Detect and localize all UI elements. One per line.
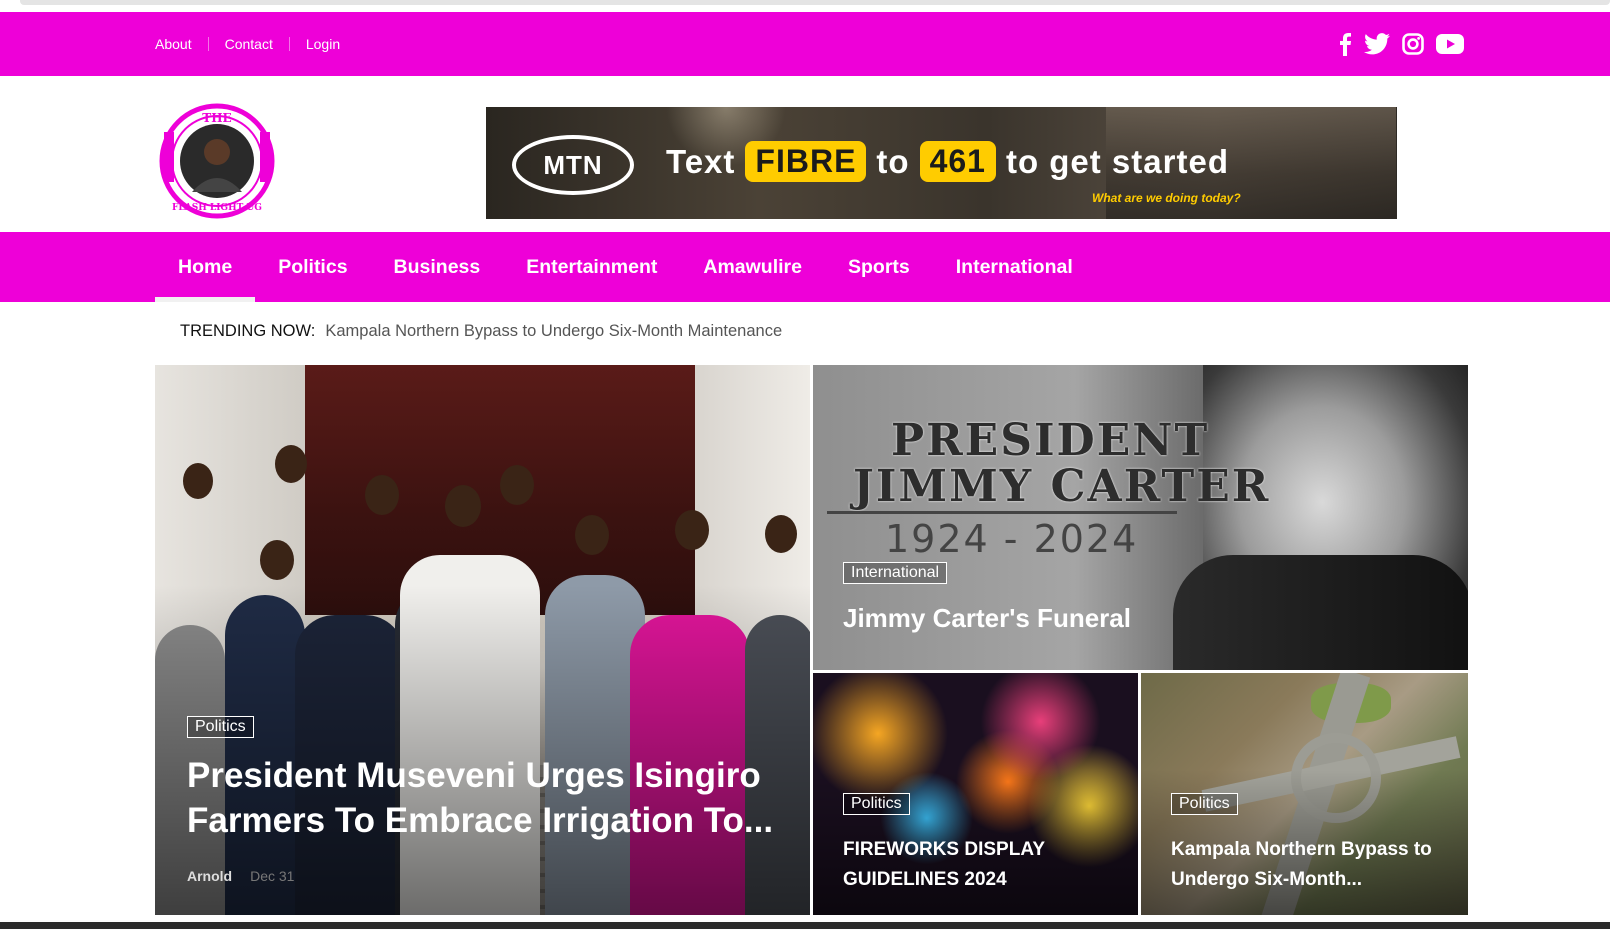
logo-text: THE <box>202 111 231 125</box>
image-head <box>260 540 294 580</box>
nav-amawulire[interactable]: Amawulire <box>680 232 825 302</box>
mtn-ad-banner[interactable]: MTN Text FIBRE to 461 to get started Wha… <box>486 107 1397 219</box>
social-links <box>1338 12 1464 76</box>
image-head <box>675 510 709 550</box>
category-badge[interactable]: Politics <box>843 793 910 815</box>
login-link[interactable]: Login <box>306 36 340 52</box>
about-link[interactable]: About <box>155 36 192 52</box>
trending-ticker: TRENDING NOW: Kampala Northern Bypass to… <box>180 322 782 341</box>
top-links: About Contact Login <box>155 12 340 76</box>
category-badge[interactable]: Politics <box>1171 793 1238 815</box>
nav-entertainment[interactable]: Entertainment <box>503 232 680 302</box>
link-divider <box>207 37 209 51</box>
main-navigation: Home Politics Business Entertainment Ama… <box>0 232 1610 302</box>
svg-text:FLASH LIGHT UG: FLASH LIGHT UG <box>172 203 262 213</box>
browser-top-strip <box>0 0 1610 12</box>
featured-card-fireworks[interactable]: Politics FIREWORKS DISPLAY GUIDELINES 20… <box>813 673 1138 915</box>
trending-label: TRENDING NOW: <box>180 322 316 340</box>
nav-home[interactable]: Home <box>155 232 256 302</box>
article-author[interactable]: Arnold <box>187 868 232 884</box>
image-head <box>445 485 481 527</box>
site-header: THE FLASH LIGHT UG MTN Text FIBRE to 461… <box>0 76 1610 232</box>
nav-international[interactable]: International <box>933 232 1096 302</box>
nav-business[interactable]: Business <box>371 232 504 302</box>
image-divider <box>827 511 1177 514</box>
banner-text-3: to get started <box>1005 142 1229 180</box>
banner-headline: Text FIBRE to 461 to get started <box>666 141 1229 182</box>
image-head <box>765 515 797 553</box>
banner-pill-fibre: FIBRE <box>745 141 867 182</box>
instagram-icon[interactable] <box>1402 33 1424 55</box>
featured-card-top-right[interactable]: PRESIDENT JIMMY CARTER 1924 - 2024 Inter… <box>813 365 1468 670</box>
image-text-line1: PRESIDENT <box>891 415 1210 466</box>
article-title[interactable]: Jimmy Carter's Funeral <box>843 603 1131 634</box>
facebook-icon[interactable] <box>1338 32 1352 56</box>
article-meta: Arnold Dec 31 <box>187 868 294 884</box>
image-text-line2: JIMMY CARTER <box>853 461 1271 512</box>
article-date: Dec 31 <box>250 868 295 884</box>
article-title[interactable]: FIREWORKS DISPLAY GUIDELINES 2024 <box>843 835 1113 895</box>
site-logo[interactable]: THE FLASH LIGHT UG <box>158 102 276 220</box>
image-gradient-overlay <box>155 585 810 915</box>
category-badge[interactable]: International <box>843 562 948 584</box>
image-years: 1924 - 2024 <box>885 517 1139 561</box>
top-utility-bar: About Contact Login <box>0 12 1610 76</box>
link-divider <box>288 37 290 51</box>
article-title[interactable]: President Museveni Urges Isingiro Farmer… <box>187 753 787 843</box>
image-head <box>500 465 534 505</box>
featured-card-main[interactable]: Politics President Museveni Urges Isingi… <box>155 365 810 915</box>
banner-tagline: What are we doing today? <box>1092 191 1241 205</box>
featured-card-bypass[interactable]: Politics Kampala Northern Bypass to Unde… <box>1141 673 1468 915</box>
nav-politics[interactable]: Politics <box>255 232 370 302</box>
bottom-edge-bar <box>0 922 1610 929</box>
image-suit <box>1173 555 1468 670</box>
article-title[interactable]: Kampala Northern Bypass to Undergo Six-M… <box>1171 835 1451 895</box>
mtn-logo: MTN <box>512 135 634 195</box>
category-badge[interactable]: Politics <box>187 716 254 738</box>
youtube-icon[interactable] <box>1436 33 1464 55</box>
banner-text-1: Text <box>666 142 736 180</box>
browser-scrollbar[interactable] <box>20 0 1610 5</box>
banner-pill-number: 461 <box>919 141 996 182</box>
trending-headline-link[interactable]: Kampala Northern Bypass to Undergo Six-M… <box>325 322 782 341</box>
nav-sports[interactable]: Sports <box>825 232 933 302</box>
contact-link[interactable]: Contact <box>225 36 273 52</box>
image-head <box>183 463 213 499</box>
image-head <box>365 475 399 515</box>
twitter-icon[interactable] <box>1364 33 1390 55</box>
banner-text-2: to <box>876 142 910 180</box>
image-head <box>575 515 609 555</box>
image-head <box>275 445 307 483</box>
